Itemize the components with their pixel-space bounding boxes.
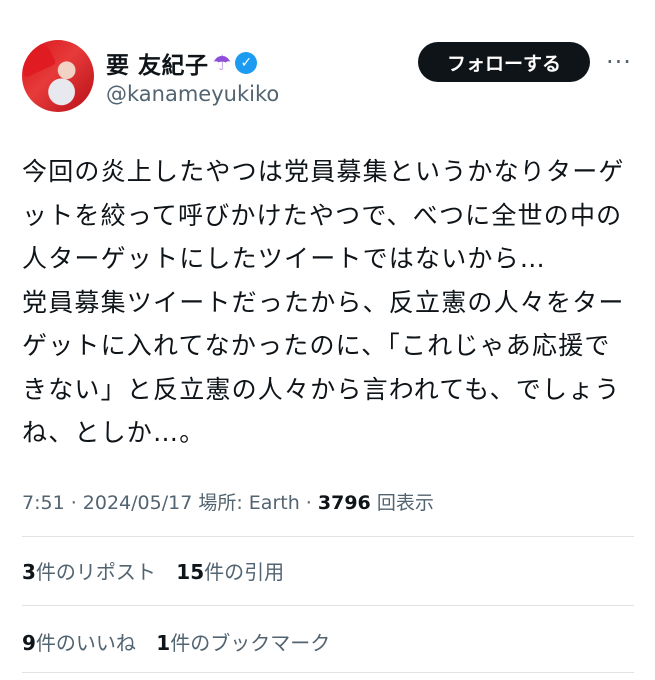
- tweet-date[interactable]: 2024/05/17: [83, 492, 193, 514]
- name-row: 要 友紀子 ☂ ✓: [106, 46, 258, 80]
- meta-separator: ·: [299, 492, 318, 514]
- engagement-row-2: 9件のいいね 1件のブックマーク: [22, 627, 344, 656]
- views-label: 回表示: [376, 492, 434, 514]
- tweet-line: ゲットに入れてなかったのに、「これじゃあ応援で: [22, 331, 611, 360]
- bookmarks-stat[interactable]: 1件のブックマーク: [156, 627, 330, 656]
- tweet-line: 人ターゲットにしたツイートではないから…: [22, 244, 547, 273]
- reposts-label: 件のリポスト: [35, 560, 156, 584]
- views-count: 3796: [317, 492, 371, 514]
- umbrella-emoji-icon: ☂: [212, 51, 232, 75]
- avatar[interactable]: [22, 40, 94, 112]
- divider: [22, 536, 634, 537]
- bookmarks-label: 件のブックマーク: [170, 631, 331, 655]
- likes-label: 件のいいね: [35, 631, 136, 655]
- meta-separator: ·: [64, 492, 83, 514]
- tweet-location: 場所: Earth: [198, 492, 300, 514]
- tweet-line: 党員募集ツイートだったから、反立憲の人々をター: [22, 287, 625, 317]
- likes-count: 9: [22, 631, 36, 655]
- bookmarks-count: 1: [156, 631, 171, 655]
- tweet-line: きない」と反立憲の人々から言われても、でしょう: [22, 374, 621, 404]
- display-name[interactable]: 要 友紀子: [106, 46, 209, 80]
- tweet-header: 要 友紀子 ☂ ✓ @kanameyukiko フォローする ···: [22, 40, 634, 114]
- verified-badge-icon[interactable]: ✓: [235, 52, 258, 74]
- tweet-meta: 7:51 · 2024/05/17 場所: Earth · 3796 回表示: [22, 488, 434, 515]
- tweet-line: 今回の炎上したやつは党員募集というかなりターゲ: [22, 157, 625, 186]
- reposts-stat[interactable]: 3件のリポスト: [22, 556, 156, 585]
- user-handle[interactable]: @kanameyukiko: [106, 82, 279, 106]
- tweet-text: 今回の炎上したやつは党員募集というかなりターゲ ットを絞って呼びかけたやつで、べ…: [22, 150, 634, 455]
- quotes-count: 15: [176, 560, 205, 584]
- tweet-line: ットを絞って呼びかけたやつで、べつに全世の中の: [22, 200, 623, 230]
- divider: [22, 672, 634, 673]
- quotes-label: 件の引用: [204, 560, 285, 584]
- follow-button[interactable]: フォローする: [418, 42, 590, 82]
- more-options-icon[interactable]: ···: [606, 48, 632, 76]
- tweet-time[interactable]: 7:51: [22, 492, 65, 514]
- reposts-count: 3: [22, 560, 36, 584]
- likes-stat[interactable]: 9件のいいね: [22, 627, 136, 656]
- tweet-line: ね、としか…。: [22, 418, 206, 447]
- quotes-stat[interactable]: 15件の引用: [176, 556, 284, 585]
- divider: [22, 605, 634, 606]
- engagement-row-1: 3件のリポスト 15件の引用: [22, 556, 298, 585]
